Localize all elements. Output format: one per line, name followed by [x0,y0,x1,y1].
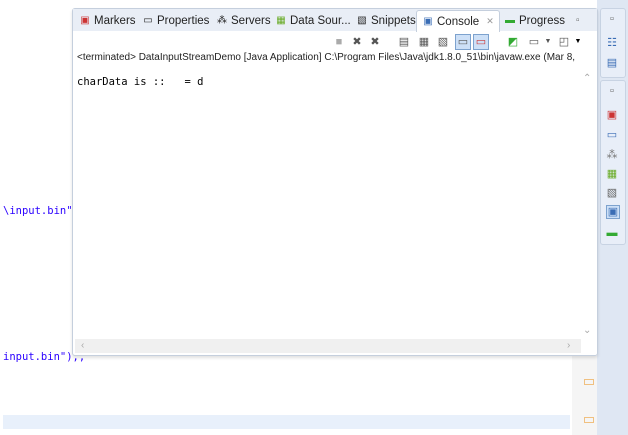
chevron-down-icon[interactable]: ▼ [571,35,585,49]
code-line[interactable]: \input.bin" [3,205,73,217]
tab-label: Markers [94,14,136,27]
tab-label: Servers [231,14,271,27]
properties-icon: ▭ [143,14,153,26]
markers-icon: ▣ [80,14,90,26]
markers-icon[interactable]: ▣ [606,109,618,121]
snippets-icon[interactable]: ▧ [606,187,618,199]
chevron-down-icon[interactable]: ▼ [541,35,555,49]
servers-icon[interactable]: ⁂ [606,149,618,161]
ruler-marker[interactable] [584,379,594,385]
scroll-up-icon[interactable]: ⌃ [583,73,591,84]
scroll-lock-icon[interactable]: ▦ [417,35,431,49]
remove-all-terminated-icon[interactable]: ✖ [368,35,382,49]
show-on-stderr-icon[interactable]: ▭ [473,34,489,50]
view-tab-bar: ▣ Markers ▭ Properties ⁂ Servers ▦ Data Sour… [73,9,597,32]
restore-icon[interactable]: ▫ [606,13,618,25]
tab-label: Properties [157,14,210,27]
close-icon[interactable]: ✕ [486,16,494,27]
properties-icon[interactable]: ▭ [606,129,618,141]
display-console-icon[interactable]: ▭ [527,35,541,49]
progress-icon: ▬ [505,14,515,26]
console-toolbar: ■ ✖ ✖ ▤ ▦ ▧ ▭ ▭ ◩ ▭ ▼ ◰ ▼ [73,32,597,52]
tab-snippets[interactable]: ▧ Snippets [356,12,416,29]
restore-icon[interactable]: ▫ [606,85,618,97]
progress-icon[interactable]: ▬ [606,227,618,239]
pin-console-icon[interactable]: ◩ [506,35,520,49]
console-icon: ▣ [423,15,433,27]
overview-ruler[interactable] [572,356,597,435]
tab-progress[interactable]: ▬ Progress [504,12,565,29]
tab-console[interactable]: ▣ Console ✕ [416,10,500,32]
remove-launch-icon[interactable]: ✖ [350,35,364,49]
trim-group: ▫ ▣ ▭ ⁂ ▦ ▧ ▣ ▬ [600,80,626,245]
tab-label: Progress [519,14,566,27]
trim-group: ▫ ☷ ▤ [600,8,626,78]
terminate-icon[interactable]: ■ [332,35,346,49]
clear-console-icon[interactable]: ▤ [397,35,411,49]
current-line-highlight [3,415,570,429]
scroll-down-icon[interactable]: ⌄ [583,325,591,336]
process-status-label: <terminated> DataInputStreamDemo [Java A… [77,52,576,63]
data-source-icon: ▦ [276,14,286,26]
tab-markers[interactable]: ▣ Markers [79,12,136,29]
right-trim-bar: ▫ ☷ ▤ ▫ ▣ ▭ ⁂ ▦ ▧ ▣ ▬ [597,0,628,435]
console-output[interactable]: charData is :: = d [77,76,203,88]
tab-label: Console [437,15,480,28]
console-view: ▣ Markers ▭ Properties ⁂ Servers ▦ Data Sour… [72,8,598,356]
console-icon[interactable]: ▣ [606,205,620,219]
tab-label: Data Sour... [290,14,351,27]
restore-icon[interactable]: ▫ [576,12,580,29]
horizontal-scrollbar[interactable]: ‹ › [75,339,581,353]
ruler-marker[interactable] [584,417,594,423]
word-wrap-icon[interactable]: ▧ [436,35,450,49]
tab-servers[interactable]: ⁂ Servers [216,12,271,29]
open-console-icon[interactable]: ◰ [557,35,571,49]
scroll-left-icon[interactable]: ‹ [81,340,84,351]
task-list-icon[interactable]: ▤ [606,57,618,69]
show-on-stdout-icon[interactable]: ▭ [455,34,471,50]
outline-icon[interactable]: ☷ [606,37,618,49]
tab-label: Snippets [371,14,416,27]
vertical-scrollbar[interactable]: ⌃ ⌄ [581,65,595,339]
scroll-right-icon[interactable]: › [567,340,570,351]
servers-icon: ⁂ [217,14,227,26]
tab-properties[interactable]: ▭ Properties [142,12,209,29]
snippets-icon: ▧ [357,14,367,26]
tab-data-source[interactable]: ▦ Data Sour... [275,12,351,29]
data-source-icon[interactable]: ▦ [606,168,618,180]
